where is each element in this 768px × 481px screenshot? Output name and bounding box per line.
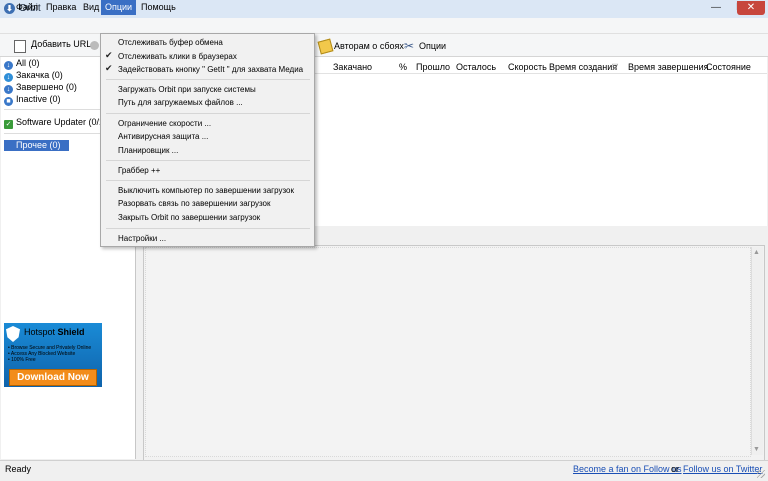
menu-separator [106,160,310,161]
menu-item-grabber[interactable]: Граббер ++ [118,165,160,176]
facebook-fan-link[interactable]: Become a fan on Follow us [573,464,682,474]
sidebar-item-other[interactable]: Прочее (0) [4,140,69,151]
inactive-icon: ■ [4,97,13,106]
sidebar-item-label: Завершено (0) [16,82,77,92]
menu-item-load-at-startup[interactable]: Загружать Orbit при запуске системы [118,84,256,95]
menu-item-close-after[interactable]: Закрыть Orbit по завершении загрузок [118,212,260,223]
menu-help[interactable]: Помощь [139,0,178,15]
ad-download-now-button[interactable]: Download Now [9,369,97,386]
authors-report-button[interactable]: Авторам о сбоях [334,41,404,51]
minimize-button[interactable]: — [704,1,728,15]
menu-file[interactable]: Файл [14,0,40,15]
sidebar-item-label: All (0) [16,58,40,68]
menu-item-disconnect-after[interactable]: Разорвать связь по завершении загрузок [118,198,271,209]
ad-text: • 100% Free [8,357,36,363]
column-elapsed[interactable]: Прошло [416,62,450,72]
menu-item-speed-limit[interactable]: Ограничение скорости ... [118,118,211,129]
column-downloaded[interactable]: Закачано [333,62,372,72]
column-remaining[interactable]: Осталось [456,62,496,72]
menu-view[interactable]: Вид [81,0,101,15]
add-url-button[interactable]: Добавить URL [31,39,91,49]
checkmark-icon: ✔ [105,63,113,73]
menu-item-scheduler[interactable]: Планировщик ... [118,145,178,156]
sidebar-item-inactive[interactable]: ■ Inactive (0) [4,93,61,106]
status-text: Ready [5,464,32,474]
sidebar-item-completed[interactable]: ↓ Завершено (0) [4,81,77,94]
scroll-down-icon[interactable]: ▼ [753,446,760,453]
column-status[interactable]: Состояние [706,62,751,72]
details-content [145,247,751,457]
sidebar-item-label: Inactive (0) [16,94,61,104]
menu-item-settings[interactable]: Настройки ... [118,233,166,244]
menu-item-antivirus[interactable]: Антивирусная защита ... [118,131,208,142]
menu-bar [0,18,768,34]
menu-item-monitor-browser-clicks[interactable]: Отслеживать клики в браузерах [118,51,237,62]
column-speed[interactable]: Скорость [508,62,547,72]
menu-separator [106,113,310,114]
twitter-link[interactable]: Follow us on Twitter [683,464,762,474]
ad-title: Hotspot Shield [24,327,85,337]
options-button[interactable]: Опции [419,41,446,51]
details-scrollbar[interactable] [751,247,763,455]
scroll-up-icon[interactable]: ▲ [753,249,760,256]
menu-options[interactable]: Опции [101,0,137,15]
column-created-time[interactable]: Время создания [549,62,617,72]
toolbar-extra-icon[interactable] [90,41,99,50]
close-button[interactable]: ✕ [737,1,765,15]
menu-separator [106,79,310,80]
updater-icon: ✓ [4,120,13,129]
menu-separator [106,228,310,229]
sidebar-item-label: Software Updater (0/113 [16,117,114,127]
menu-edit[interactable]: Правка [44,0,78,15]
sidebar-item-all[interactable]: ↓ All (0) [4,57,40,70]
sidebar-item-label: Закачка (0) [16,70,63,80]
column-finished-time[interactable]: Время завершения [628,62,709,72]
resize-grip[interactable] [757,470,765,478]
menu-separator [106,180,310,181]
column-percent[interactable]: % [399,62,407,72]
sort-arrow-icon: ▽ [612,62,619,71]
menu-item-download-path[interactable]: Путь для загружаемых файлов ... [118,97,243,108]
options-tools-icon[interactable]: ✂ [404,39,414,53]
status-or-text: or [671,464,680,474]
add-url-icon[interactable] [14,40,26,53]
menu-item-shutdown-after[interactable]: Выключить компьютер по завершении загруз… [118,185,294,196]
menu-item-monitor-clipboard[interactable]: Отслеживать буфер обмена [118,37,223,48]
sidebar-item-downloading[interactable]: ↓ Закачка (0) [4,69,63,82]
menu-item-getit-button[interactable]: Задействовать кнопку " GetIt " для захва… [118,64,303,75]
sidebar-item-software-updater[interactable]: ✓ Software Updater (0/113 [4,116,114,129]
checkmark-icon: ✔ [105,50,113,60]
